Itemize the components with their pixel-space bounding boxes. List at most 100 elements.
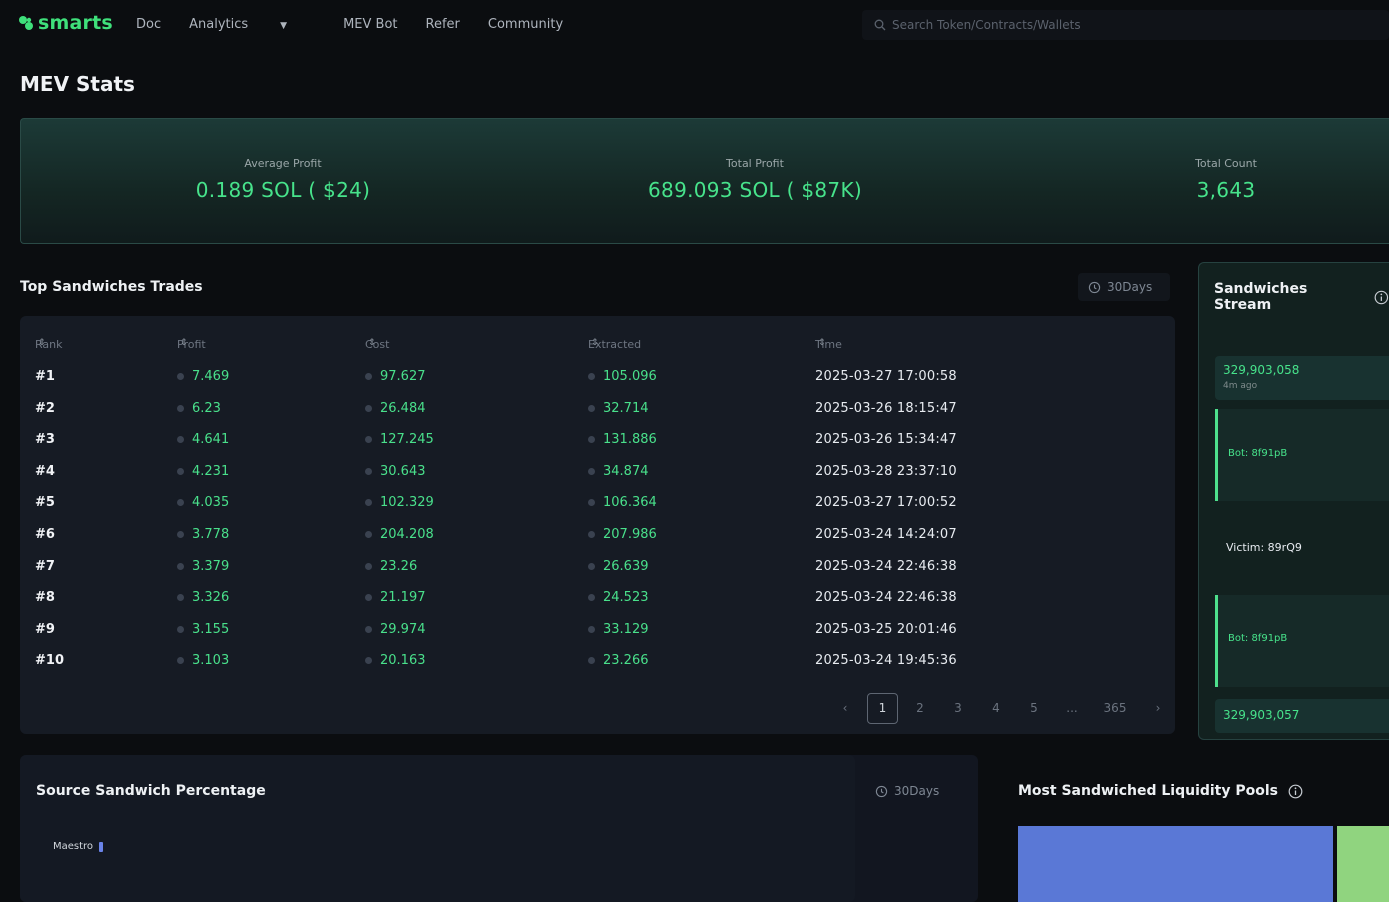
page-ellipsis: ... [1066, 701, 1078, 715]
clock-icon [875, 785, 888, 797]
range-select[interactable]: 30Days [865, 777, 955, 805]
cell-cost: 26.484 [365, 401, 426, 416]
bot-label: Bot: 8f91pB [1228, 448, 1288, 459]
sol-icon [588, 404, 595, 412]
cell-value: 6.23 [192, 400, 221, 416]
cell-cost: 29.974 [365, 622, 426, 637]
logo-icon [19, 16, 33, 30]
cell-rank: #5 [35, 495, 55, 510]
prev-page-button[interactable]: ‹ [826, 701, 864, 715]
sol-icon [588, 499, 595, 507]
search-placeholder: Search Token/Contracts/Wallets [892, 18, 1081, 32]
cell-time: 2025-03-26 18:15:47 [815, 401, 957, 416]
cell-cost: 127.245 [365, 432, 434, 447]
sol-icon [365, 467, 372, 475]
liquidity-pools-panel: Most Sandwiched Liquidity Pools [1002, 755, 1389, 902]
sol-icon [365, 562, 372, 570]
table-row[interactable]: #10 3.103 20.163 23.266 2025-03-24 19:45:36 [20, 645, 1175, 676]
pool-block[interactable] [1337, 826, 1389, 902]
stat-value: 689.093 SOL ( $87K) [648, 178, 862, 202]
cell-value: 34.874 [603, 463, 649, 479]
page-button[interactable]: 1 [867, 692, 898, 724]
sol-icon [177, 436, 184, 444]
cell-value: #1 [35, 369, 55, 384]
cell-value: 29.974 [380, 621, 426, 637]
sol-icon [177, 657, 184, 665]
stat-total-profit: Total Profit 689.093 SOL ( $87K) [625, 157, 885, 202]
cell-cost: 102.329 [365, 495, 434, 510]
cell-value: #7 [35, 558, 55, 574]
cell-value: 3.155 [192, 621, 230, 637]
cell-time: 2025-03-27 17:00:58 [815, 369, 957, 384]
slot-age: 4m ago [1223, 381, 1258, 391]
bot-entry[interactable]: Bot: 8f91pB [1215, 595, 1389, 687]
cell-rank: #10 [35, 653, 64, 668]
cell-rank: #3 [35, 432, 55, 447]
stat-value: 0.189 SOL ( $24) [195, 178, 371, 202]
table-row[interactable]: #2 6.23 26.484 32.714 2025-03-26 18:15:47 [20, 393, 1175, 424]
pool-block[interactable] [1018, 826, 1333, 902]
cell-profit: 3.778 [177, 527, 229, 542]
info-icon[interactable] [1288, 784, 1303, 799]
logo[interactable]: smarts [18, 12, 113, 34]
cell-value: 4.035 [192, 495, 230, 511]
cell-value: 20.163 [380, 653, 426, 669]
nav-mev-bot[interactable]: MEV Bot [343, 17, 397, 32]
cell-rank: #9 [35, 622, 55, 637]
cell-value: 2025-03-28 23:37:10 [815, 463, 957, 479]
cell-profit: 3.379 [177, 559, 229, 574]
cell-value: 2025-03-24 22:46:38 [815, 558, 957, 574]
cell-rank: #4 [35, 464, 55, 479]
bot-entry[interactable]: Bot: 8f91pB [1215, 409, 1389, 501]
nav-doc[interactable]: Doc [136, 17, 161, 32]
table-row[interactable]: #7 3.379 23.26 26.639 2025-03-24 22:46:38 [20, 551, 1175, 582]
table-row[interactable]: #9 3.155 29.974 33.129 2025-03-25 20:01:46 [20, 614, 1175, 645]
cell-value: 4.641 [192, 432, 230, 448]
source-percentage-title: Source Sandwich Percentage [36, 783, 266, 799]
page-button[interactable]: 3 [939, 701, 977, 715]
top-nav: smarts Doc Analytics ▼ MEV Bot Refer Comm… [0, 0, 1389, 52]
page-button[interactable]: 4 [977, 701, 1015, 715]
cell-time: 2025-03-25 20:01:46 [815, 622, 957, 637]
cell-time: 2025-03-27 17:00:52 [815, 495, 957, 510]
sol-icon [365, 436, 372, 444]
cell-rank: #2 [35, 401, 55, 416]
page-button[interactable]: 2 [901, 701, 939, 715]
page-button[interactable]: 5 [1015, 701, 1053, 715]
sol-icon [365, 657, 372, 665]
sol-icon [365, 594, 372, 602]
sol-icon [177, 531, 184, 538]
range-select[interactable]: 30Days [1078, 273, 1170, 301]
info-icon[interactable] [1374, 290, 1389, 305]
stream-slot[interactable]: 329,903,057 [1215, 699, 1389, 733]
sol-icon [177, 594, 184, 602]
cell-value: 2025-03-24 14:24:07 [815, 527, 957, 542]
nav-refer[interactable]: Refer [426, 17, 460, 32]
search-input[interactable]: Search Token/Contracts/Wallets [862, 10, 1389, 40]
table-row[interactable]: #5 4.035 102.329 106.364 2025-03-27 17:00:52 [20, 487, 1175, 518]
cell-value: 3.778 [192, 527, 230, 542]
table-row[interactable]: #3 4.641 127.245 131.886 2025-03-26 15:34:47 [20, 424, 1175, 455]
cell-extracted: 105.096 [588, 369, 657, 384]
legend-item[interactable]: Maestro [53, 841, 104, 852]
cell-extracted: 33.129 [588, 622, 649, 637]
table-row[interactable]: #4 4.231 30.643 34.874 2025-03-28 23:37:10 [20, 456, 1175, 487]
table-row[interactable]: #8 3.326 21.197 24.523 2025-03-24 22:46:38 [20, 582, 1175, 613]
cell-value: #3 [35, 432, 55, 448]
page-button-last[interactable]: 365 [1091, 701, 1139, 715]
table-row[interactable]: #1 7.469 97.627 105.096 2025-03-27 17:00:58 [20, 361, 1175, 392]
cell-value: 2025-03-26 18:15:47 [815, 400, 957, 416]
next-page-button[interactable]: › [1139, 701, 1177, 715]
cell-time: 2025-03-24 19:45:36 [815, 653, 957, 668]
sol-icon [177, 467, 184, 475]
page: smarts Doc Analytics ▼ MEV Bot Refer Comm… [0, 0, 1389, 902]
stream-slot[interactable]: 329,903,058 4m ago [1215, 356, 1389, 400]
logo-text: smarts [38, 12, 113, 34]
cell-value: 207.986 [603, 527, 657, 542]
cell-extracted: 26.639 [588, 559, 649, 574]
cell-value: 26.484 [380, 400, 426, 416]
nav-community[interactable]: Community [488, 17, 563, 32]
nav-analytics[interactable]: Analytics ▼ [189, 17, 315, 32]
stat-label: Total Count [1195, 157, 1257, 170]
table-row[interactable]: #6 3.778 204.208 207.986 2025-03-24 14:24:07 [20, 519, 1175, 550]
